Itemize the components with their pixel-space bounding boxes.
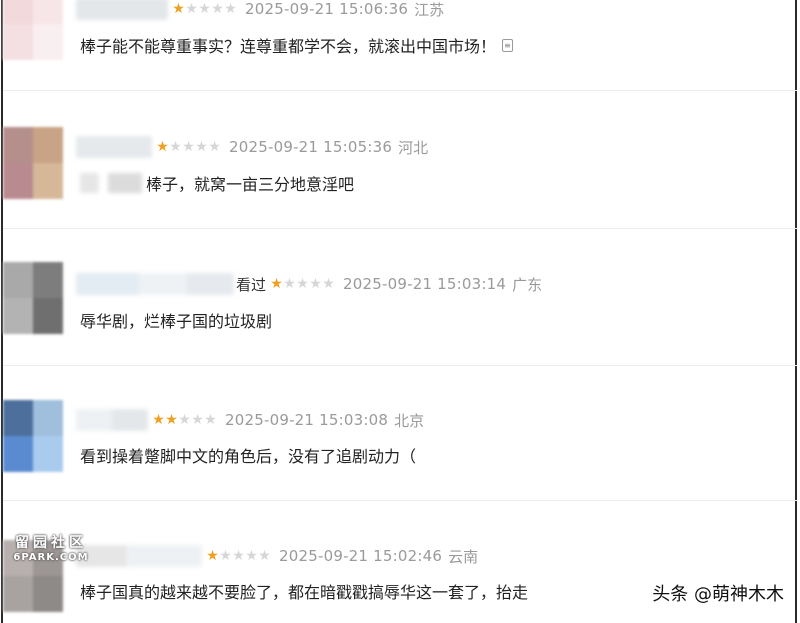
avatar-tile [3, 400, 33, 436]
comment-text: 辱华剧，烂棒子国的垃圾剧 [80, 312, 273, 331]
avatar-tile [33, 163, 63, 199]
avatar[interactable] [3, 400, 63, 472]
star-empty-icon: ★ [208, 139, 221, 155]
comment-text-row: 辱华剧，烂棒子国的垃圾剧 [80, 308, 272, 332]
divider [3, 90, 797, 91]
avatar-tile [33, 298, 63, 334]
avatar-tile [3, 298, 33, 334]
star-empty-icon: ★ [169, 139, 182, 155]
rating-stars: ★ ★ ★ ★ ★ [152, 413, 217, 427]
star-empty-icon: ★ [185, 1, 198, 17]
star-empty-icon: ★ [296, 276, 309, 292]
star-empty-icon: ★ [258, 548, 271, 564]
avatar-tile [33, 436, 63, 472]
star-empty-icon: ★ [309, 276, 322, 292]
author-watermark: 头条 @萌神木木 [652, 584, 784, 605]
avatar-tile [3, 0, 33, 24]
comment-location: 河北 [398, 138, 429, 157]
comment-meta: 看过 ★ ★ ★ ★ ★ 2025-09-21 15:03:14 广东 [76, 272, 542, 296]
divider [3, 365, 797, 366]
comment-text: 棒子国真的越来越不要脸了，都在暗戳戳搞辱华这一套了，抬走 [80, 583, 529, 602]
avatar-tile [3, 262, 33, 298]
comment-time: 2025-09-21 15:05:36 [229, 138, 393, 156]
comment-meta: ★ ★ ★ ★ ★ 2025-09-21 15:03:08 北京 [76, 408, 424, 432]
star-empty-icon: ★ [283, 276, 296, 292]
comment-meta: ★ ★ ★ ★ ★ 2025-09-21 15:02:46 云南 [76, 544, 478, 568]
comment-text-row: 棒子，就窝一亩三分地意淫吧 [80, 171, 354, 195]
comment-location: 江苏 [414, 0, 445, 19]
divider [3, 228, 797, 229]
comment-location: 云南 [448, 547, 479, 566]
avatar-tile [3, 24, 33, 60]
star-empty-icon: ★ [182, 139, 195, 155]
report-icon[interactable]: ≡ [502, 38, 514, 52]
star-filled-icon: ★ [165, 412, 178, 428]
username-blurred[interactable] [76, 273, 234, 295]
avatar-tile [33, 127, 63, 163]
avatar-tile [3, 163, 33, 199]
avatar[interactable] [3, 262, 63, 334]
comment-time: 2025-09-21 15:03:14 [343, 275, 507, 293]
star-filled-icon: ★ [172, 1, 185, 17]
star-empty-icon: ★ [195, 139, 208, 155]
avatar-tile [33, 400, 63, 436]
comment-time: 2025-09-21 15:06:36 [245, 0, 409, 18]
comment-text-row: 棒子能不能尊重事实？连尊重都学不会，就滚出中国市场！ ≡ [80, 33, 514, 57]
site-watermark: 留园社区 6PARK.COM [10, 532, 92, 563]
rating-stars: ★ ★ ★ ★ ★ [270, 277, 335, 291]
comment-text: 棒子能不能尊重事实？连尊重都学不会，就滚出中国市场！ [80, 37, 497, 56]
watermark-chinese: 留园社区 [15, 535, 87, 551]
star-empty-icon: ★ [232, 548, 245, 564]
mention-blurred [80, 173, 142, 193]
star-empty-icon: ★ [178, 412, 191, 428]
star-empty-icon: ★ [198, 1, 211, 17]
avatar-tile [33, 262, 63, 298]
comment-location: 北京 [394, 411, 425, 430]
username-blurred[interactable] [76, 409, 148, 431]
star-empty-icon: ★ [191, 412, 204, 428]
avatar-tile [3, 576, 33, 612]
comment-text: 看到操着蹩脚中文的角色后，没有了追剧动力（ [80, 447, 417, 466]
star-empty-icon: ★ [224, 1, 237, 17]
star-empty-icon: ★ [322, 276, 335, 292]
rating-stars: ★ ★ ★ ★ ★ [156, 140, 221, 154]
username-blurred[interactable] [76, 136, 152, 158]
rating-stars: ★ ★ ★ ★ ★ [206, 549, 271, 563]
watched-label: 看过 [236, 275, 267, 294]
star-filled-icon: ★ [152, 412, 165, 428]
avatar-tile [33, 576, 63, 612]
comment-meta: ★ ★ ★ ★ ★ 2025-09-21 15:06:36 江苏 [76, 0, 444, 21]
avatar[interactable] [3, 0, 63, 60]
comment-time: 2025-09-21 15:02:46 [279, 547, 443, 565]
comment-text: 棒子，就窝一亩三分地意淫吧 [146, 175, 355, 194]
avatar[interactable] [3, 127, 63, 199]
star-filled-icon: ★ [156, 139, 169, 155]
comment-time: 2025-09-21 15:03:08 [225, 411, 389, 429]
star-filled-icon: ★ [270, 276, 283, 292]
rating-stars: ★ ★ ★ ★ ★ [172, 2, 237, 16]
avatar-tile [33, 0, 63, 24]
username-blurred[interactable] [76, 545, 202, 567]
username-blurred[interactable] [76, 0, 168, 20]
comment-location: 广东 [512, 275, 543, 294]
star-empty-icon: ★ [204, 412, 217, 428]
comment-text-row: 看到操着蹩脚中文的角色后，没有了追剧动力（ [80, 443, 416, 467]
avatar-tile [3, 127, 33, 163]
divider [3, 500, 797, 501]
star-empty-icon: ★ [211, 1, 224, 17]
avatar-tile [3, 436, 33, 472]
comment-meta: ★ ★ ★ ★ ★ 2025-09-21 15:05:36 河北 [76, 135, 428, 159]
comment-text-row: 棒子国真的越来越不要脸了，都在暗戳戳搞辱华这一套了，抬走 [80, 579, 528, 603]
watermark-english: 6PARK.COM [13, 552, 89, 563]
star-empty-icon: ★ [219, 548, 232, 564]
avatar-tile [33, 24, 63, 60]
star-filled-icon: ★ [206, 548, 219, 564]
star-empty-icon: ★ [245, 548, 258, 564]
